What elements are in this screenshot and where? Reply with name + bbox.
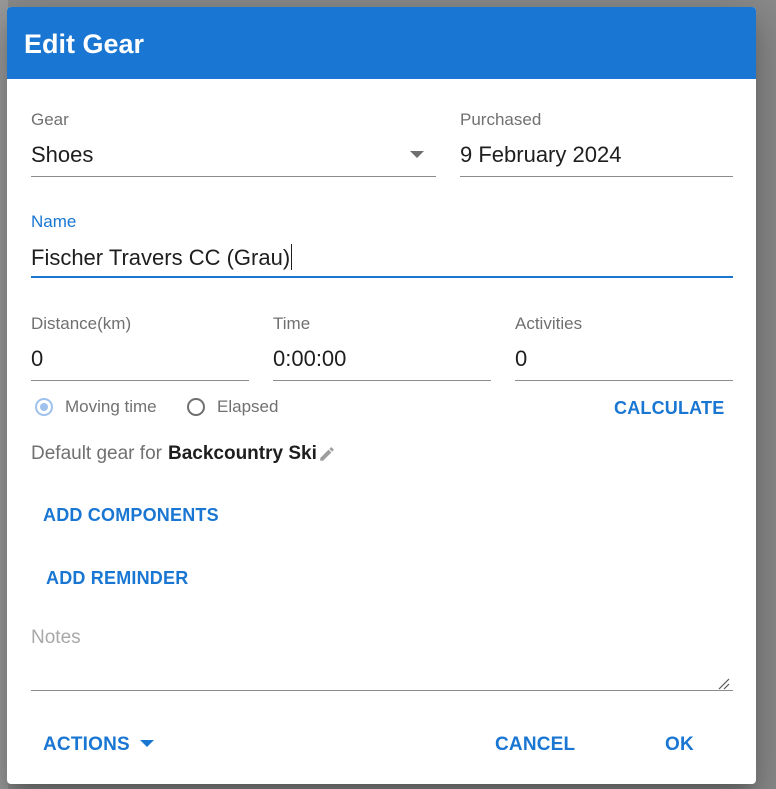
name-input[interactable]: Fischer Travers CC (Grau) <box>31 244 293 271</box>
triangle-down-icon[interactable] <box>410 151 424 158</box>
text-caret <box>291 244 293 270</box>
gear-value: Shoes <box>31 142 94 167</box>
activities-label: Activities <box>515 314 583 333</box>
pencil-icon[interactable] <box>318 445 336 463</box>
distance-field[interactable]: Distance(km) 0 <box>31 314 249 381</box>
notes-placeholder[interactable]: Notes <box>31 627 81 649</box>
activities-field[interactable]: Activities 0 <box>515 314 733 381</box>
time-field[interactable]: Time 0:00:00 <box>273 314 491 381</box>
dialog-title: Edit Gear <box>24 29 145 59</box>
gear-label: Gear <box>31 110 69 129</box>
radio-elapsed-label: Elapsed <box>217 397 279 416</box>
dialog-header: Edit Gear <box>7 7 756 79</box>
notes-underline <box>31 690 733 691</box>
cancel-button[interactable]: CANCEL <box>495 734 575 756</box>
name-value: Fischer Travers CC (Grau) <box>31 245 291 270</box>
time-value: 0:00:00 <box>273 346 347 371</box>
add-components-button[interactable]: ADD COMPONENTS <box>43 505 219 526</box>
edit-gear-dialog: Edit Gear Gear Shoes Purchased 9 Februar… <box>7 7 756 784</box>
default-gear-activity: Backcountry Ski <box>167 443 317 464</box>
distance-label: Distance(km) <box>31 314 132 333</box>
actions-label: ACTIONS <box>43 734 130 755</box>
default-gear-row: Default gear for Backcountry Ski <box>31 443 336 465</box>
default-gear-prefix: Default gear for <box>31 443 162 464</box>
radio-moving-time-label: Moving time <box>65 397 157 416</box>
gear-underline <box>31 176 436 177</box>
activities-underline <box>515 380 733 381</box>
distance-underline <box>31 380 249 381</box>
resize-grip-icon[interactable] <box>718 678 730 690</box>
activities-value: 0 <box>515 346 528 371</box>
radio-moving-time[interactable]: Moving time <box>35 397 157 417</box>
calculate-button[interactable]: CALCULATE <box>614 398 724 419</box>
time-label: Time <box>273 314 311 333</box>
radio-unchecked-icon[interactable] <box>187 398 205 416</box>
purchased-value: 9 February 2024 <box>460 142 622 167</box>
time-underline <box>273 380 491 381</box>
actions-button[interactable]: ACTIONS <box>43 734 154 756</box>
gear-select[interactable]: Gear Shoes <box>31 110 436 177</box>
radio-elapsed[interactable]: Elapsed <box>187 397 278 417</box>
ok-button[interactable]: OK <box>665 734 694 756</box>
name-field[interactable]: Name Fischer Travers CC (Grau) <box>31 212 733 278</box>
distance-value: 0 <box>31 346 44 371</box>
triangle-down-icon <box>139 740 154 747</box>
purchased-label: Purchased <box>460 110 542 129</box>
radio-checked-icon[interactable] <box>35 398 53 416</box>
name-label: Name <box>31 212 77 231</box>
add-reminder-button[interactable]: ADD REMINDER <box>46 568 188 589</box>
purchased-underline <box>460 176 733 177</box>
name-underline <box>31 276 733 278</box>
purchased-field[interactable]: Purchased 9 February 2024 <box>460 110 733 177</box>
